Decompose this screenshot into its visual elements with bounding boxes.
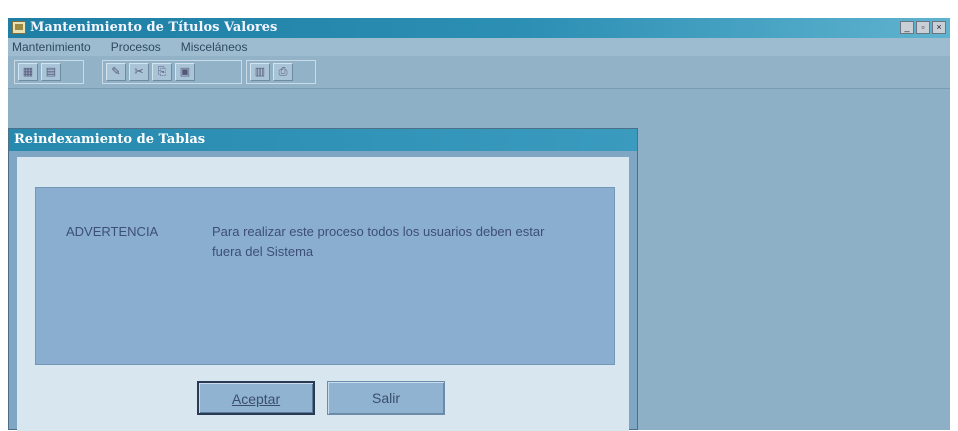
- accept-button[interactable]: Aceptar: [197, 381, 315, 415]
- app-icon: [12, 21, 26, 34]
- report-icon[interactable]: ▥: [250, 63, 270, 81]
- toolbar: ▦ ▤ ✎ ✂ ⎘ ▣ ▥ ⎙: [8, 56, 950, 89]
- list-icon[interactable]: ▤: [41, 63, 61, 81]
- warning-panel: ADVERTENCIA Para realizar este proceso t…: [35, 187, 615, 365]
- menu-bar: Mantenimiento Procesos Misceláneos: [8, 38, 950, 56]
- menu-procesos[interactable]: Procesos: [111, 38, 161, 56]
- dialog-body: ADVERTENCIA Para realizar este proceso t…: [17, 157, 629, 431]
- dialog-title-bar: Reindexamiento de Tablas: [9, 129, 637, 151]
- warning-message: Para realizar este proceso todos los usu…: [212, 224, 545, 259]
- copy-icon[interactable]: ⎘: [152, 63, 172, 81]
- window-title: Mantenimiento de Títulos Valores: [30, 20, 278, 35]
- grid-icon[interactable]: ▦: [18, 63, 38, 81]
- exit-button[interactable]: Salir: [327, 381, 445, 415]
- maximize-button[interactable]: ▫: [916, 21, 930, 34]
- title-bar: Mantenimiento de Títulos Valores _ ▫ ×: [8, 18, 950, 38]
- menu-miscelaneos[interactable]: Misceláneos: [181, 38, 248, 56]
- toolbar-group-edit: ✎ ✂ ⎘ ▣: [102, 60, 242, 84]
- print-icon[interactable]: ⎙: [273, 63, 293, 81]
- paste-icon[interactable]: ▣: [175, 63, 195, 81]
- cut-icon[interactable]: ✂: [129, 63, 149, 81]
- close-button[interactable]: ×: [932, 21, 946, 34]
- edit-icon[interactable]: ✎: [106, 63, 126, 81]
- toolbar-group-records: ▦ ▤: [14, 60, 84, 84]
- toolbar-group-reports: ▥ ⎙: [246, 60, 316, 84]
- menu-mantenimiento[interactable]: Mantenimiento: [12, 38, 91, 56]
- reindex-dialog: Reindexamiento de Tablas ADVERTENCIA Par…: [8, 128, 638, 431]
- accept-button-label: Aceptar: [231, 391, 281, 407]
- warning-label: ADVERTENCIA: [66, 224, 159, 239]
- minimize-button[interactable]: _: [900, 21, 914, 34]
- dialog-title: Reindexamiento de Tablas: [14, 132, 206, 147]
- window-controls: _ ▫ ×: [900, 21, 946, 34]
